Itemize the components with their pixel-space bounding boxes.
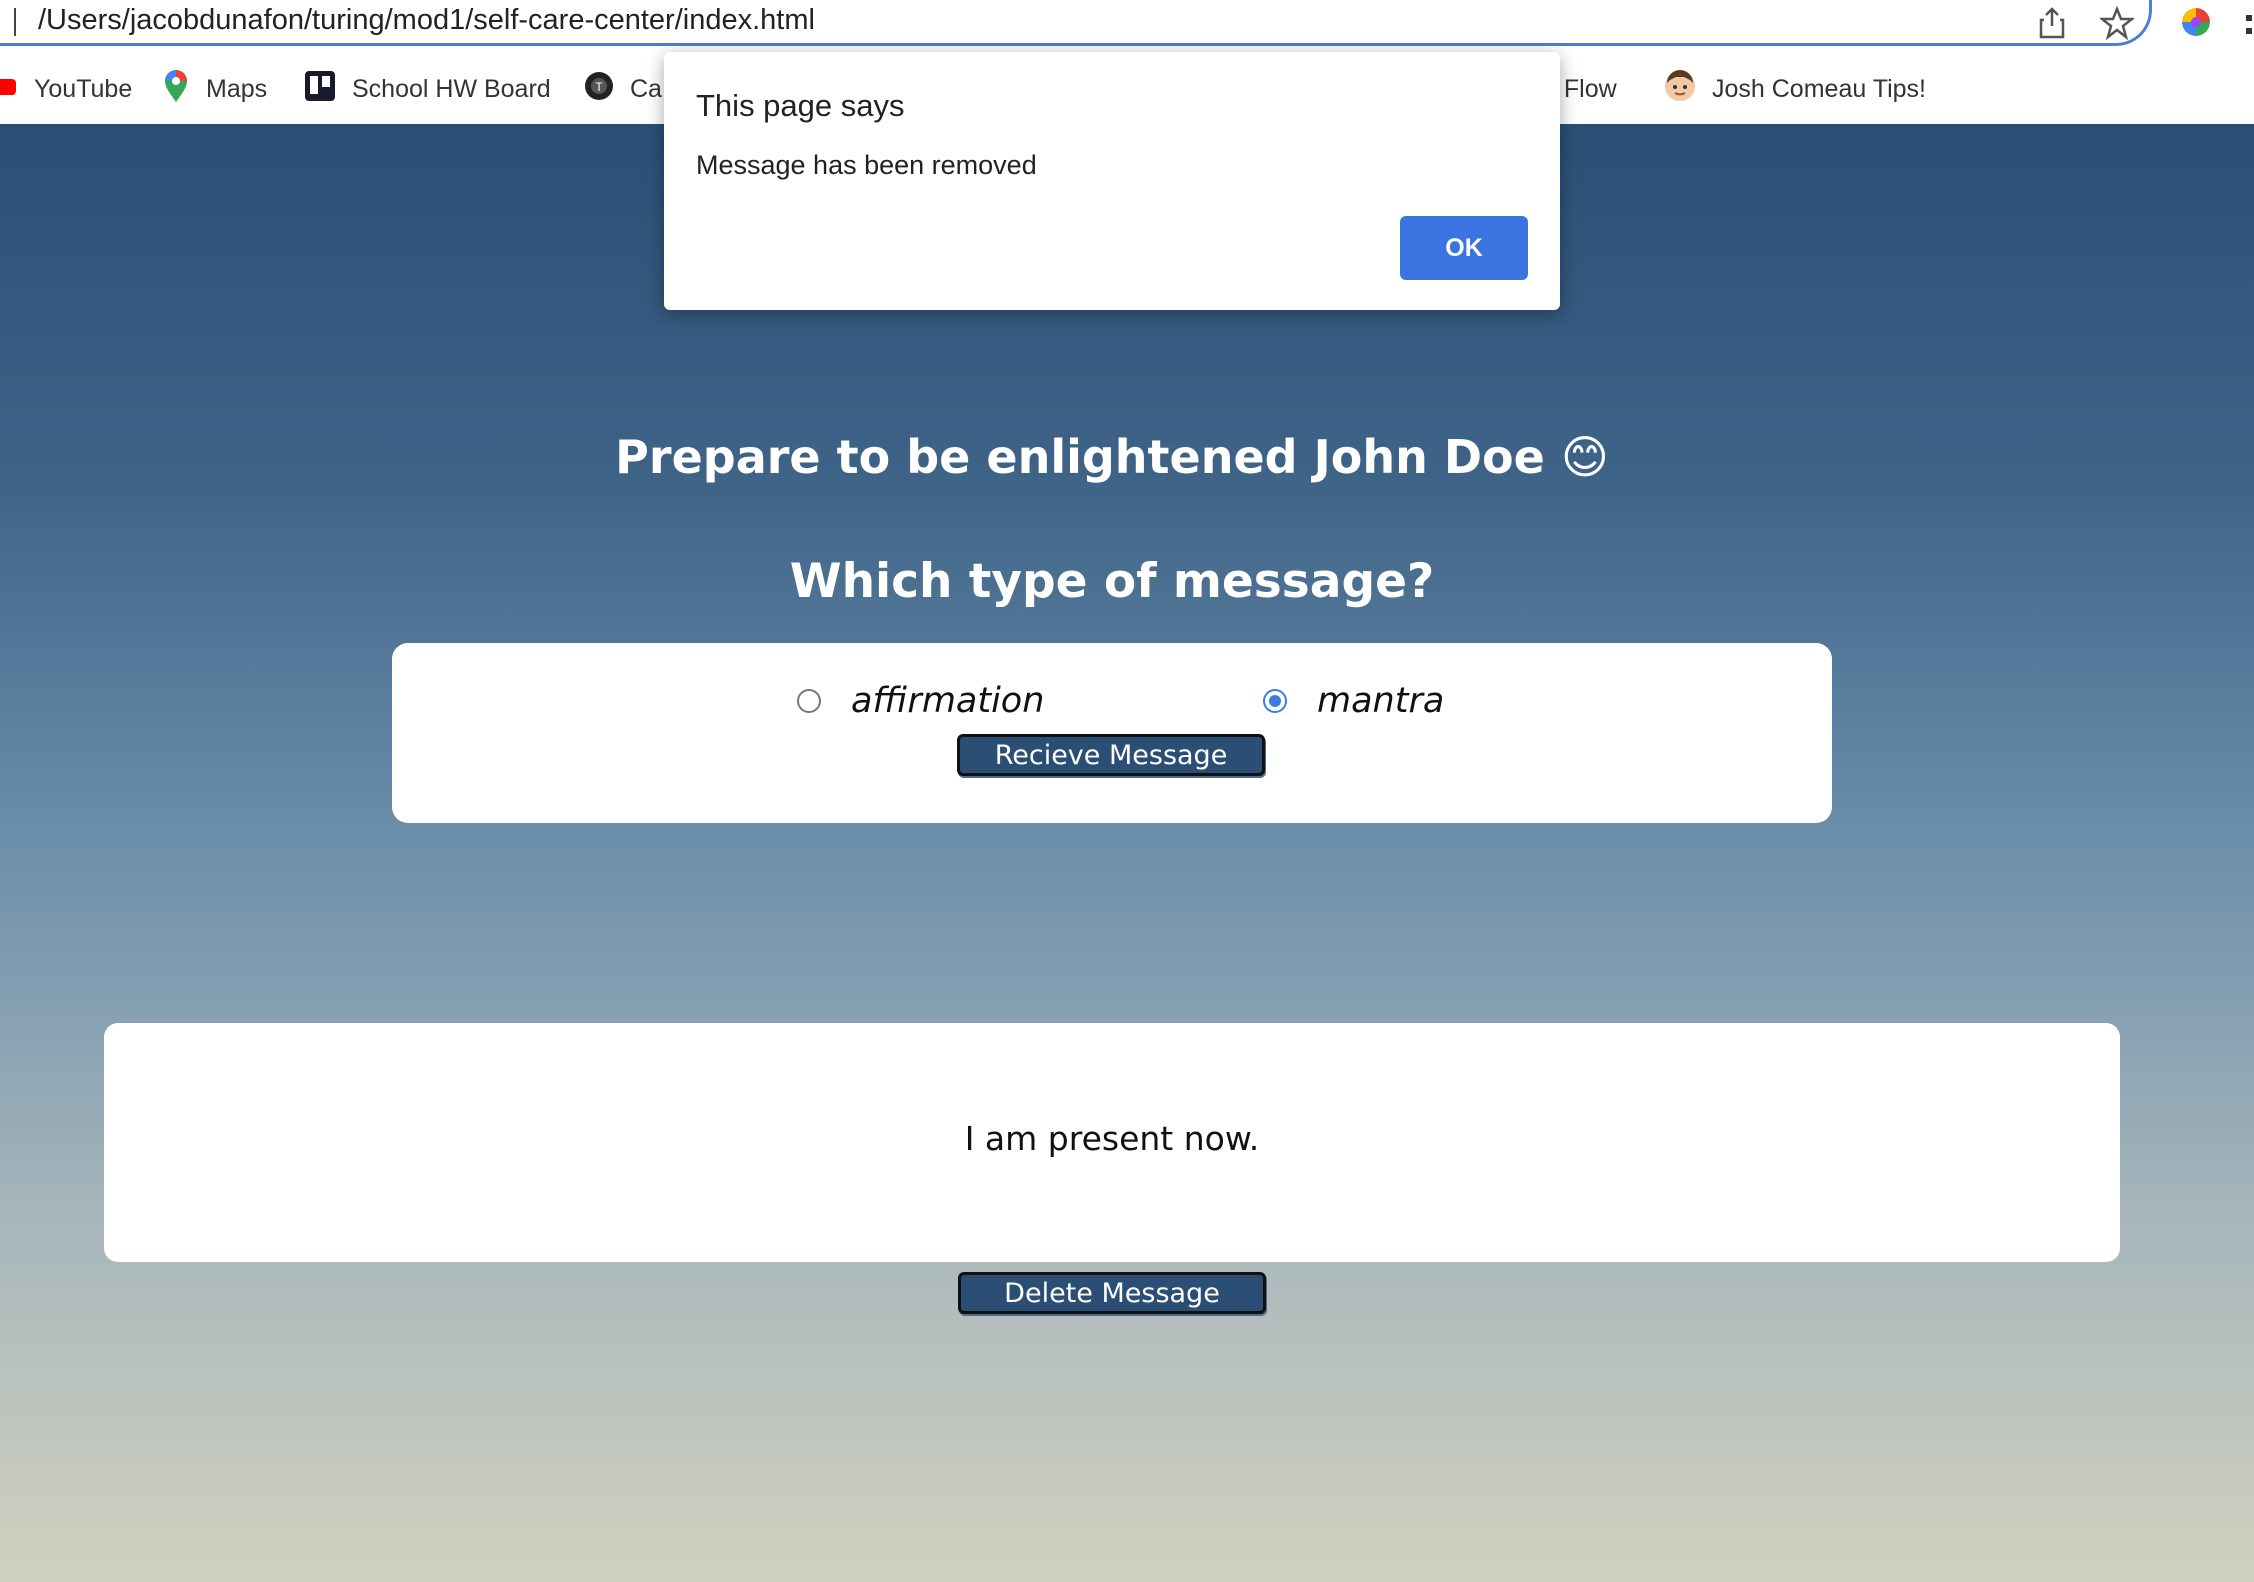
receive-message-button[interactable]: Recieve Message	[957, 734, 1265, 776]
message-type-form: affirmation mantra Recieve Message	[392, 643, 1832, 823]
url-text[interactable]: /Users/jacobdunafon/turing/mod1/self-car…	[38, 4, 815, 37]
bookmark-label: YouTube	[34, 74, 133, 103]
address-bar[interactable]: /Users/jacobdunafon/turing/mod1/self-car…	[0, 0, 2152, 46]
bookmark-ca[interactable]: T Ca	[584, 71, 662, 108]
trello-icon	[304, 70, 336, 109]
bookmark-flow[interactable]: t Flow	[1550, 72, 1617, 106]
youtube-icon	[0, 75, 18, 104]
maps-pin-icon	[162, 69, 190, 110]
option-affirmation[interactable]: affirmation	[797, 681, 1044, 721]
greeting-heading: Prepare to be enlightened John Doe 😊	[615, 430, 1609, 484]
share-icon[interactable]	[2038, 6, 2066, 45]
bookmark-youtube[interactable]: YouTube	[0, 72, 132, 106]
mantra-radio[interactable]	[1263, 689, 1287, 713]
circle-logo-icon: T	[584, 71, 614, 108]
mantra-label: mantra	[1317, 681, 1445, 721]
bookmark-label: t Flow	[1550, 74, 1617, 103]
alert-dialog: This page says Message has been removed …	[664, 52, 1560, 310]
star-icon[interactable]	[2098, 5, 2136, 45]
alert-title: This page says	[696, 88, 905, 123]
alert-message: Message has been removed	[696, 150, 1037, 180]
affirmation-label: affirmation	[851, 681, 1045, 721]
avatar-icon	[1664, 69, 1696, 109]
svg-text:T: T	[595, 80, 603, 94]
bookmark-label: Josh Comeau Tips!	[1712, 74, 1926, 103]
text-caret	[14, 8, 16, 36]
extension-color-wheel-icon[interactable]	[2180, 6, 2212, 43]
ok-button[interactable]: OK	[1400, 216, 1528, 280]
bookmark-josh-comeau-tips[interactable]: Josh Comeau Tips!	[1664, 69, 1926, 109]
message-text: I am present now.	[964, 1119, 1260, 1158]
delete-message-button[interactable]: Delete Message	[958, 1272, 1266, 1314]
bookmark-label: Maps	[206, 74, 268, 103]
bookmark-label: Ca	[630, 74, 662, 103]
bookmark-maps[interactable]: Maps	[162, 69, 268, 106]
option-mantra[interactable]: mantra	[1263, 681, 1444, 721]
page-content: Prepare to be enlightened John Doe 😊 Whi…	[0, 124, 2254, 1582]
bookmark-label: School HW Board	[352, 74, 551, 103]
menu-dots-icon[interactable]	[2240, 14, 2254, 36]
message-display: I am present now.	[104, 1023, 2120, 1262]
bookmark-school-hw-board[interactable]: School HW Board	[304, 70, 551, 109]
affirmation-radio[interactable]	[797, 689, 821, 713]
message-type-question: Which type of message?	[789, 554, 1435, 609]
